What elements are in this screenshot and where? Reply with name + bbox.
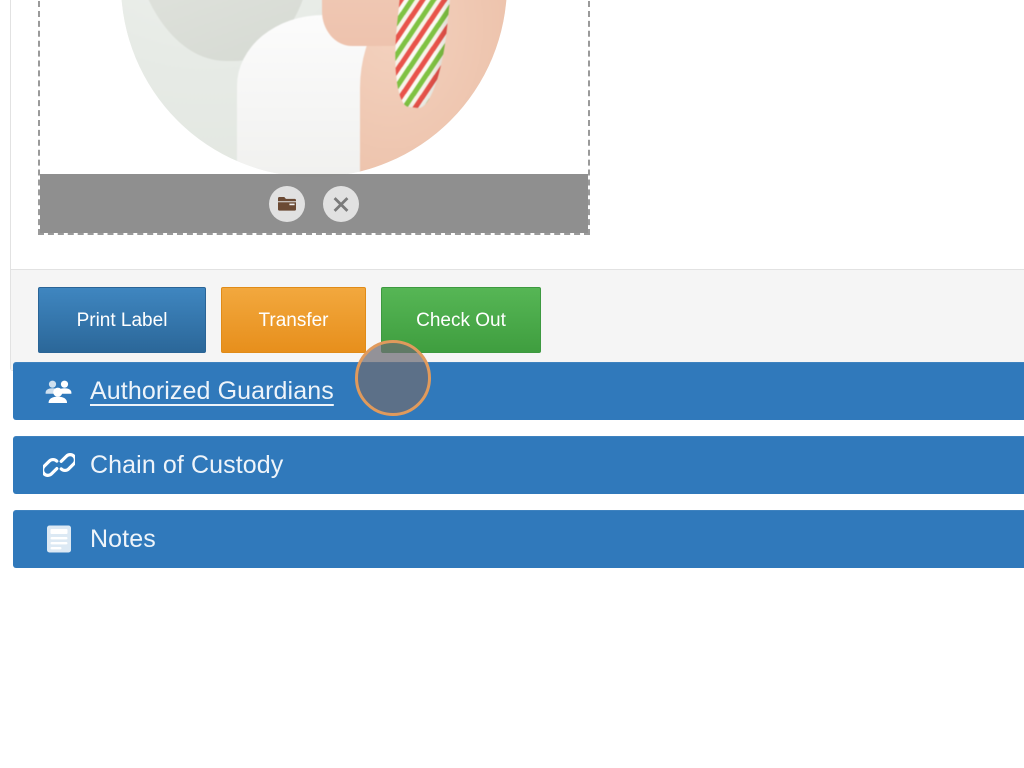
notes-document-icon bbox=[42, 523, 76, 555]
app-viewport: Status: Checked-In Group: Kids of the Ki… bbox=[0, 0, 1024, 768]
photo-dropzone[interactable] bbox=[38, 0, 590, 235]
folder-icon[interactable] bbox=[269, 185, 305, 222]
transfer-button[interactable]: Transfer bbox=[221, 287, 366, 353]
chain-link-icon bbox=[42, 449, 76, 481]
profile-actions: Print Label Transfer Check Out bbox=[11, 269, 1024, 370]
profile-photo bbox=[121, 0, 507, 177]
section-notes[interactable]: Notes bbox=[13, 510, 1024, 568]
section-title: Chain of Custody bbox=[90, 450, 284, 479]
portrait-image bbox=[121, 0, 507, 177]
profile-card-body: Status: Checked-In Group: Kids of the Ki… bbox=[11, 0, 1024, 269]
section-chain-of-custody[interactable]: Chain of Custody bbox=[13, 436, 1024, 494]
print-label-button[interactable]: Print Label bbox=[38, 287, 206, 353]
check-out-button[interactable]: Check Out bbox=[381, 287, 541, 353]
users-group-icon bbox=[42, 375, 76, 407]
close-x-icon[interactable] bbox=[323, 185, 359, 222]
section-authorized-guardians[interactable]: Authorized Guardians bbox=[13, 362, 1024, 420]
profile-card: Status: Checked-In Group: Kids of the Ki… bbox=[10, 0, 1024, 371]
section-title: Notes bbox=[90, 524, 156, 553]
photo-toolbar bbox=[40, 174, 588, 233]
section-title: Authorized Guardians bbox=[90, 376, 334, 405]
section-accordion: Authorized Guardians Chain of Custody No… bbox=[13, 362, 1024, 584]
